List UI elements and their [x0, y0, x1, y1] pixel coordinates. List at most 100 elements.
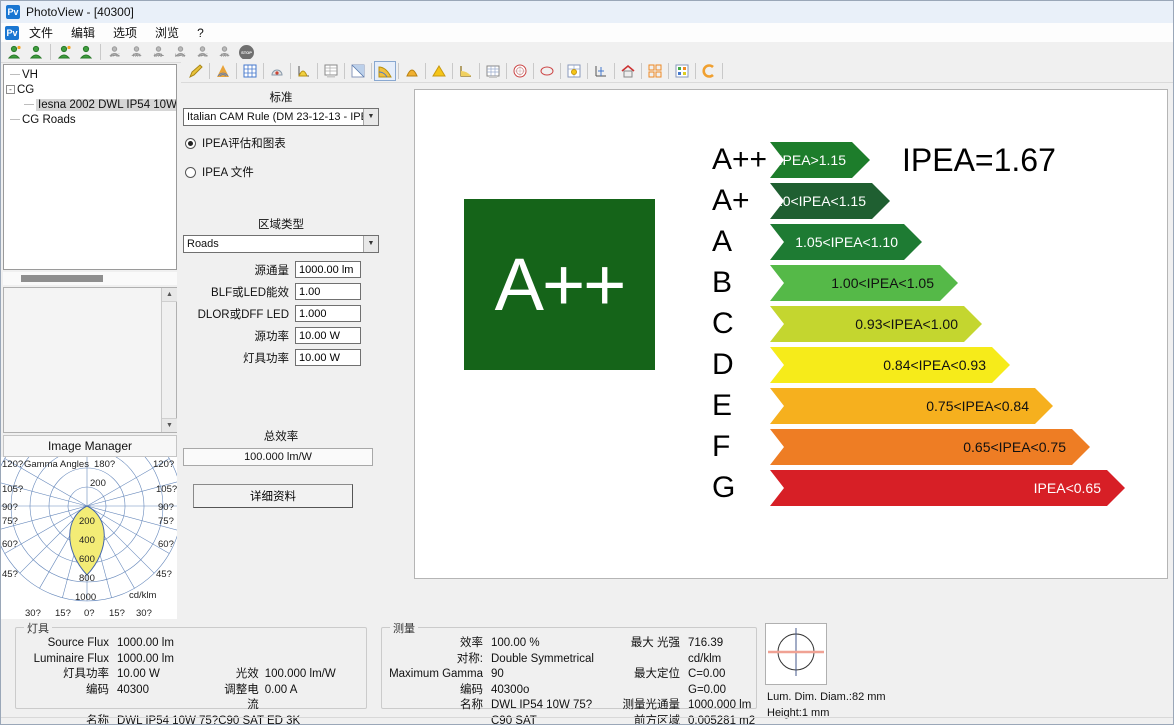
cone-diagram-icon[interactable]: [401, 61, 423, 81]
circular-diagram-icon[interactable]: [509, 61, 531, 81]
edit-pencil-icon[interactable]: [185, 61, 207, 81]
menu-file[interactable]: 文件: [21, 23, 61, 42]
utilization-factor-icon[interactable]: [455, 61, 477, 81]
open-photometry-icon[interactable]: [4, 43, 25, 62]
rating-row: A 1.05<IPEA<1.10: [712, 224, 1125, 260]
polar-tick-label: 15?: [55, 608, 71, 619]
rating-range-label: 1.05<IPEA<1.10: [795, 234, 898, 250]
dome-diagram-icon[interactable]: [266, 61, 288, 81]
toolbar-separator: [263, 63, 264, 79]
export-txt-icon[interactable]: TXT: [126, 43, 147, 62]
ellipse-diagram-icon[interactable]: [536, 61, 558, 81]
info-row: Maximum Gamma 90: [386, 667, 598, 683]
info-value: Double Symmetrical: [491, 652, 594, 668]
cie-table-icon[interactable]: [482, 61, 504, 81]
tree-item-cg-roads[interactable]: CG Roads: [6, 112, 176, 127]
polar-diagram-icon[interactable]: [212, 61, 234, 81]
export-format-label: JPG: [110, 54, 120, 58]
export-jpg-icon[interactable]: JPG: [104, 43, 125, 62]
beam-diagram-icon[interactable]: [347, 61, 369, 81]
polar-diagram-panel: 120? Gamma Angles 180? 120? 105? 90? 75?…: [1, 457, 177, 619]
isolux-diagram-icon[interactable]: [374, 61, 396, 81]
scroll-up-icon[interactable]: ▲: [162, 288, 177, 302]
luminaire-group-title: 灯具: [24, 620, 52, 636]
lamp-table-icon[interactable]: [563, 61, 585, 81]
rating-badge: A++: [464, 199, 655, 370]
c-curve-icon[interactable]: [698, 61, 720, 81]
radio-ipea-file[interactable]: IPEA 文件: [185, 164, 411, 180]
person-glyph: [57, 45, 72, 59]
scroll-down-icon[interactable]: ▼: [162, 418, 177, 432]
source-flux-input[interactable]: [295, 261, 361, 278]
image-manager-button[interactable]: Image Manager: [3, 435, 177, 457]
dlor-input[interactable]: [295, 305, 361, 322]
rating-range-label: 1.10<IPEA<1.15: [770, 193, 866, 209]
info-row: 最大 光强 716.39 cd/klm: [598, 636, 756, 667]
info-label: 对称:: [386, 652, 491, 668]
radio-selected-icon[interactable]: [185, 138, 196, 149]
polar-tick-label: 60?: [158, 539, 174, 550]
scrollbar-thumb[interactable]: [21, 275, 103, 282]
tree-item-label-selected: Iesna 2002 DWL IP54 10W 75?C90: [36, 99, 177, 111]
details-button[interactable]: 详细资料: [193, 484, 353, 508]
luminaire-power-input[interactable]: [295, 349, 361, 366]
toolbar-separator: [587, 63, 588, 79]
info-row: 编码 40300 调整电流 0.00 A: [22, 683, 366, 714]
info-label: 名称: [22, 714, 117, 725]
intensity-table-icon[interactable]: [239, 61, 261, 81]
tree-item-iesna[interactable]: Iesna 2002 DWL IP54 10W 75?C90: [6, 97, 176, 112]
menu-options[interactable]: 选项: [105, 23, 145, 42]
radio-unselected-icon[interactable]: [185, 167, 196, 178]
grid-diagram-icon[interactable]: [644, 61, 666, 81]
blf-input[interactable]: [295, 283, 361, 300]
rating-row: A++ IPEA>1.15: [712, 142, 1125, 178]
menu-edit[interactable]: 编辑: [63, 23, 103, 42]
total-efficiency-value: 100.000 lm/W: [183, 448, 373, 466]
info-label: 测量光通量: [598, 698, 688, 714]
menu-help[interactable]: ?: [189, 25, 212, 41]
tree-horizontal-scrollbar[interactable]: [3, 272, 177, 285]
info-row: 名称 DWL IP54 10W 75?C90 SAT: [386, 698, 598, 725]
field-label: DLOR或DFF LED: [183, 306, 295, 322]
info-row: 效率 100.00 %: [386, 636, 598, 652]
rating-grade-label: A++: [712, 143, 770, 177]
chevron-down-icon[interactable]: ▼: [363, 109, 378, 125]
rating-grade-label: E: [712, 389, 770, 423]
info-row: 测量光通量 1000.000 lm: [598, 698, 756, 714]
view-toolbar: [181, 59, 1174, 83]
standard-select-value: Italian CAM Rule (DM 23-12-13 - IPEA): [187, 111, 379, 123]
interior-view-icon[interactable]: [617, 61, 639, 81]
illuminance-cone-icon[interactable]: [428, 61, 450, 81]
toolbar-separator: [668, 63, 669, 79]
import-photometry-icon[interactable]: [54, 43, 75, 62]
stop-glyph: STOP: [239, 45, 254, 60]
title-bar: Pv PhotoView - [40300]: [1, 1, 1173, 23]
area-type-select[interactable]: Roads ▼: [183, 235, 379, 253]
vertical-scrollbar[interactable]: ▲ ▼: [161, 288, 176, 432]
image-list-panel: ▲ ▼: [3, 287, 177, 433]
polar-ring-label: 200: [90, 478, 106, 489]
ugr-table-icon[interactable]: [320, 61, 342, 81]
tree-item-vh[interactable]: VH: [6, 67, 176, 82]
source-power-input[interactable]: [295, 327, 361, 344]
collapse-expander-icon[interactable]: -: [6, 85, 15, 94]
standard-select[interactable]: Italian CAM Rule (DM 23-12-13 - IPEA) ▼: [183, 108, 379, 126]
polar-ring-label: 600: [79, 554, 95, 565]
info-label: 名称: [386, 698, 491, 725]
chevron-down-icon[interactable]: ▼: [363, 236, 378, 252]
open-archive-icon[interactable]: [26, 43, 47, 62]
menu-browse[interactable]: 浏览: [147, 23, 187, 42]
histogram-icon[interactable]: [590, 61, 612, 81]
export-photometry-icon[interactable]: [76, 43, 97, 62]
document-icon[interactable]: Pv: [5, 26, 19, 40]
export-format-label: EPS: [175, 54, 185, 58]
field-label: 源功率: [183, 328, 295, 344]
rating-arrow: 0.75<IPEA<0.84: [770, 388, 1053, 424]
export-dxf-icon[interactable]: DXF: [148, 43, 169, 62]
color-table-icon[interactable]: [671, 61, 693, 81]
radio-ipea-chart[interactable]: IPEA评估和图表: [185, 135, 411, 151]
tree-item-cg[interactable]: - CG: [6, 82, 176, 97]
toolbar-separator: [317, 63, 318, 79]
cartesian-diagram-icon[interactable]: [293, 61, 315, 81]
info-label: 前方区域: [598, 714, 688, 725]
